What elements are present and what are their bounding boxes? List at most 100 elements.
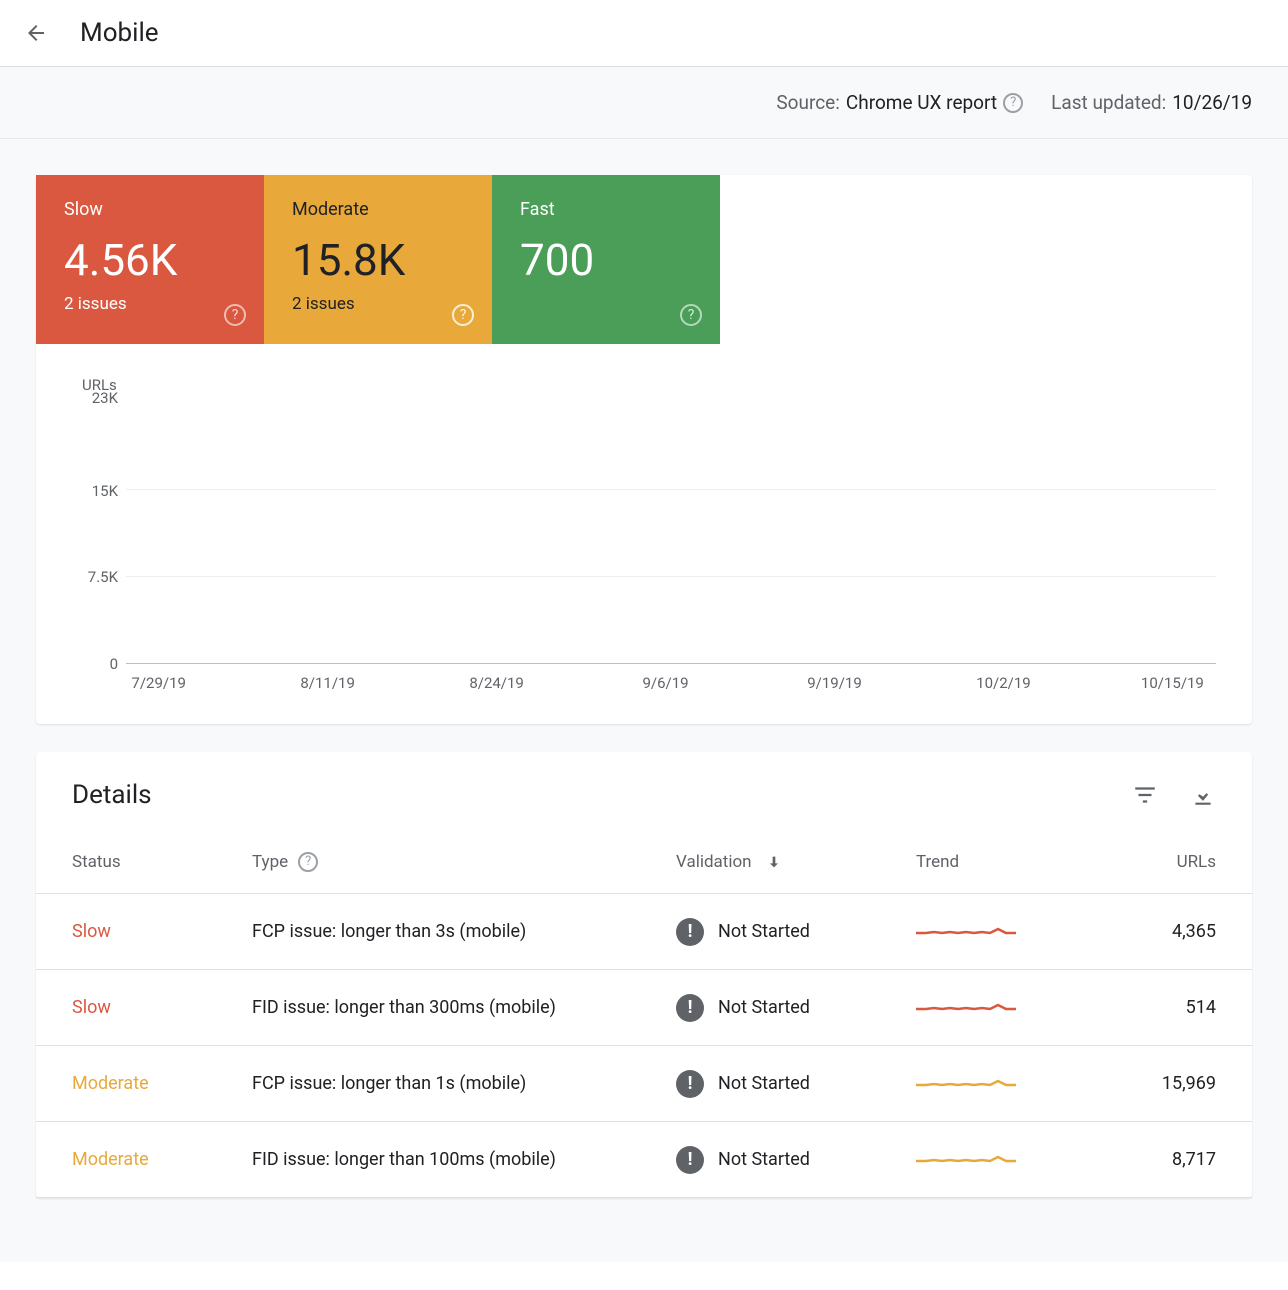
source-value: Chrome UX report: [846, 91, 997, 114]
table-row[interactable]: ModerateFID issue: longer than 100ms (mo…: [36, 1122, 1252, 1198]
stat-moderate-label: Moderate: [292, 199, 464, 220]
sparkline-icon: [916, 997, 1016, 1019]
details-table: Status Type ? Validation Trend URLs Slow…: [36, 830, 1252, 1198]
row-status: Moderate: [72, 1073, 252, 1094]
th-type[interactable]: Type ?: [252, 852, 676, 872]
row-validation: ! Not Started: [676, 994, 916, 1022]
x-tick: 8/24/19: [469, 674, 524, 692]
row-validation-text: Not Started: [718, 921, 810, 942]
table-body: SlowFCP issue: longer than 3s (mobile)!N…: [36, 894, 1252, 1198]
source-meta: Source: Chrome UX report ?: [776, 91, 1023, 114]
grid-line: [126, 489, 1216, 490]
details-header: Details: [36, 752, 1252, 830]
details-title: Details: [72, 780, 152, 810]
y-tick: 7.5K: [88, 568, 118, 586]
stat-slow-issues: 2 issues: [64, 294, 236, 314]
table-row[interactable]: SlowFCP issue: longer than 3s (mobile)! N…: [36, 894, 1252, 970]
row-validation: ! Not Started: [676, 1146, 916, 1174]
x-tick: 9/6/19: [642, 674, 688, 692]
content-area: Slow 4.56K 2 issues ? Moderate 15.8K 2 i…: [0, 139, 1288, 1262]
chart-bars: [126, 398, 1216, 663]
filter-icon[interactable]: [1132, 782, 1158, 808]
row-urls: 15,969: [1096, 1073, 1216, 1094]
stat-moderate-issues: 2 issues: [292, 294, 464, 314]
y-tick: 15K: [92, 482, 118, 500]
stat-fast-value: 700: [520, 234, 692, 286]
chart-y-label: URLs: [82, 376, 1216, 394]
chart-area: 07.5K15K23K: [82, 398, 1216, 664]
sparkline-icon: [916, 1073, 1016, 1095]
updated-label: Last updated:: [1051, 91, 1166, 114]
row-status: Slow: [72, 921, 252, 942]
row-validation-text: Not Started: [718, 1073, 810, 1094]
help-icon[interactable]: ?: [224, 304, 246, 326]
row-status: Slow: [72, 997, 252, 1018]
details-card: Details Status Type ? Validation Trend U…: [36, 752, 1252, 1198]
warning-icon: !: [676, 1070, 704, 1098]
meta-bar: Source: Chrome UX report ? Last updated:…: [0, 67, 1288, 139]
stat-moderate-value: 15.8K: [292, 234, 464, 286]
updated-value: 10/26/19: [1172, 91, 1252, 114]
stat-row: Slow 4.56K 2 issues ? Moderate 15.8K 2 i…: [36, 175, 1252, 344]
th-urls[interactable]: URLs: [1096, 852, 1216, 872]
table-row[interactable]: SlowFID issue: longer than 300ms (mobile…: [36, 970, 1252, 1046]
overview-card: Slow 4.56K 2 issues ? Moderate 15.8K 2 i…: [36, 175, 1252, 724]
page-title: Mobile: [80, 18, 159, 48]
row-validation-text: Not Started: [718, 1149, 810, 1170]
row-type: FID issue: longer than 300ms (mobile): [252, 997, 676, 1018]
table-row[interactable]: ModerateFCP issue: longer than 1s (mobil…: [36, 1046, 1252, 1122]
row-trend: [916, 1149, 1096, 1171]
row-type: FCP issue: longer than 1s (mobile): [252, 1073, 676, 1094]
row-status: Moderate: [72, 1149, 252, 1170]
updated-meta: Last updated: 10/26/19: [1051, 91, 1252, 114]
help-icon[interactable]: ?: [1003, 93, 1023, 113]
y-tick: 23K: [92, 389, 118, 407]
stat-slow-value: 4.56K: [64, 234, 236, 286]
row-trend: [916, 1073, 1096, 1095]
row-validation: ! Not Started: [676, 918, 916, 946]
details-actions: [1132, 782, 1216, 808]
x-axis: 7/29/19 8/11/19 8/24/19 9/6/19 9/19/19 10/2/1…: [126, 664, 1216, 696]
row-validation-text: Not Started: [718, 997, 810, 1018]
y-axis: 07.5K15K23K: [82, 398, 126, 664]
row-type: FID issue: longer than 100ms (mobile): [252, 1149, 676, 1170]
row-urls: 4,365: [1096, 921, 1216, 942]
row-validation: ! Not Started: [676, 1070, 916, 1098]
row-trend: [916, 997, 1096, 1019]
warning-icon: !: [676, 918, 704, 946]
table-header-row: Status Type ? Validation Trend URLs: [36, 830, 1252, 894]
th-validation-label: Validation: [676, 852, 752, 872]
back-arrow-icon[interactable]: [24, 21, 48, 45]
help-icon[interactable]: ?: [680, 304, 702, 326]
x-tick: 10/2/19: [976, 674, 1031, 692]
sort-desc-icon: [766, 854, 782, 870]
download-icon[interactable]: [1190, 782, 1216, 808]
chart-plot: [126, 398, 1216, 664]
sparkline-icon: [916, 1149, 1016, 1171]
sparkline-icon: [916, 921, 1016, 943]
x-tick: 10/15/19: [1141, 674, 1204, 692]
x-tick: 8/11/19: [300, 674, 355, 692]
th-trend[interactable]: Trend: [916, 852, 1096, 872]
th-status[interactable]: Status: [72, 852, 252, 872]
x-tick: 7/29/19: [131, 674, 186, 692]
th-type-label: Type: [252, 852, 288, 872]
grid-line: [126, 576, 1216, 577]
stat-moderate[interactable]: Moderate 15.8K 2 issues ?: [264, 175, 492, 344]
warning-icon: !: [676, 994, 704, 1022]
warning-icon: !: [676, 1146, 704, 1174]
row-urls: 514: [1096, 997, 1216, 1018]
th-validation[interactable]: Validation: [676, 852, 916, 872]
source-label: Source:: [776, 91, 839, 114]
chart: URLs 0 7.5K 15K 23K 7/29/19 8/11/19 8/24/19 9/…: [36, 344, 1252, 724]
row-type: FCP issue: longer than 3s (mobile): [252, 921, 676, 942]
row-trend: [916, 921, 1096, 943]
help-icon[interactable]: ?: [298, 852, 318, 872]
y-tick: 0: [110, 655, 118, 673]
stat-slow[interactable]: Slow 4.56K 2 issues ?: [36, 175, 264, 344]
row-urls: 8,717: [1096, 1149, 1216, 1170]
help-icon[interactable]: ?: [452, 304, 474, 326]
stat-fast-label: Fast: [520, 199, 692, 220]
x-tick: 9/19/19: [807, 674, 862, 692]
stat-fast[interactable]: Fast 700 ?: [492, 175, 720, 344]
